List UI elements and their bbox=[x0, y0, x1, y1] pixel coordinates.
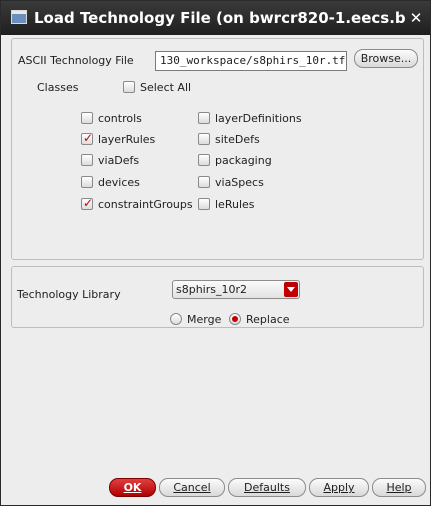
load-technology-file-dialog: Load Technology File (on bwrcr820-1.eecs… bbox=[0, 0, 431, 506]
constraintgroups-label: constraintGroups bbox=[98, 198, 193, 211]
replace-radio[interactable] bbox=[229, 313, 241, 325]
chevron-down-icon[interactable] bbox=[284, 282, 298, 297]
lerules-checkbox[interactable] bbox=[198, 198, 210, 210]
browse-button[interactable]: Browse... bbox=[354, 49, 418, 68]
ascii-technology-file-label: ASCII Technology File bbox=[18, 54, 134, 67]
replace-label: Replace bbox=[246, 313, 290, 326]
technology-library-label: Technology Library bbox=[17, 288, 121, 301]
technology-library-select[interactable]: s8phirs_10r2 bbox=[172, 280, 300, 299]
technology-library-value: s8phirs_10r2 bbox=[176, 283, 248, 296]
check-mark-icon: ✓ bbox=[83, 196, 94, 210]
cancel-button-label: Cancel bbox=[173, 481, 211, 494]
viaspecs-checkbox[interactable] bbox=[198, 176, 210, 188]
title-bar[interactable]: Load Technology File (on bwrcr820-1.eecs… bbox=[1, 1, 430, 35]
defaults-button[interactable]: Defaults bbox=[228, 478, 306, 497]
layerdefinitions-label: layerDefinitions bbox=[215, 112, 302, 125]
ascii-technology-file-input[interactable]: 130_workspace/s8phirs_10r.tf bbox=[155, 51, 347, 71]
devices-label: devices bbox=[98, 176, 140, 189]
window-title: Load Technology File (on bwrcr820-1.eecs… bbox=[34, 9, 406, 27]
layerrules-checkbox[interactable]: ✓ bbox=[81, 131, 94, 145]
sitedefs-label: siteDefs bbox=[215, 133, 260, 146]
ok-button-label: OK bbox=[123, 481, 142, 494]
controls-checkbox[interactable] bbox=[81, 112, 93, 124]
close-icon[interactable]: ✕ bbox=[408, 7, 424, 29]
viadefs-checkbox[interactable] bbox=[81, 154, 93, 166]
controls-label: controls bbox=[98, 112, 142, 125]
devices-checkbox[interactable] bbox=[81, 176, 93, 188]
constraintgroups-checkbox[interactable]: ✓ bbox=[81, 196, 94, 210]
radio-selected-dot bbox=[232, 316, 238, 322]
merge-radio[interactable] bbox=[170, 313, 182, 325]
select-all-label: Select All bbox=[140, 81, 192, 94]
help-button[interactable]: Help bbox=[372, 478, 426, 497]
packaging-label: packaging bbox=[215, 154, 272, 167]
lerules-label: leRules bbox=[215, 198, 255, 211]
sitedefs-checkbox[interactable] bbox=[198, 133, 210, 145]
packaging-checkbox[interactable] bbox=[198, 154, 210, 166]
layerdefinitions-checkbox[interactable] bbox=[198, 112, 210, 124]
classes-label: Classes bbox=[37, 81, 79, 94]
file-classes-panel: ASCII Technology File 130_workspace/s8ph… bbox=[11, 38, 424, 260]
help-button-label: Help bbox=[386, 481, 412, 494]
check-mark-icon: ✓ bbox=[83, 131, 94, 145]
apply-button[interactable]: Apply bbox=[309, 478, 369, 497]
technology-library-panel: Technology Library s8phirs_10r2 Merge Re… bbox=[11, 266, 424, 328]
select-all-checkbox[interactable] bbox=[123, 81, 135, 93]
ok-button[interactable]: OK bbox=[109, 478, 156, 497]
layerrules-label: layerRules bbox=[98, 133, 156, 146]
viaspecs-label: viaSpecs bbox=[215, 176, 264, 189]
window-icon bbox=[11, 10, 27, 24]
apply-button-label: Apply bbox=[323, 481, 355, 494]
viadefs-label: viaDefs bbox=[98, 154, 140, 167]
merge-label: Merge bbox=[187, 313, 222, 326]
defaults-button-label: Defaults bbox=[244, 481, 290, 494]
cancel-button[interactable]: Cancel bbox=[159, 478, 225, 497]
